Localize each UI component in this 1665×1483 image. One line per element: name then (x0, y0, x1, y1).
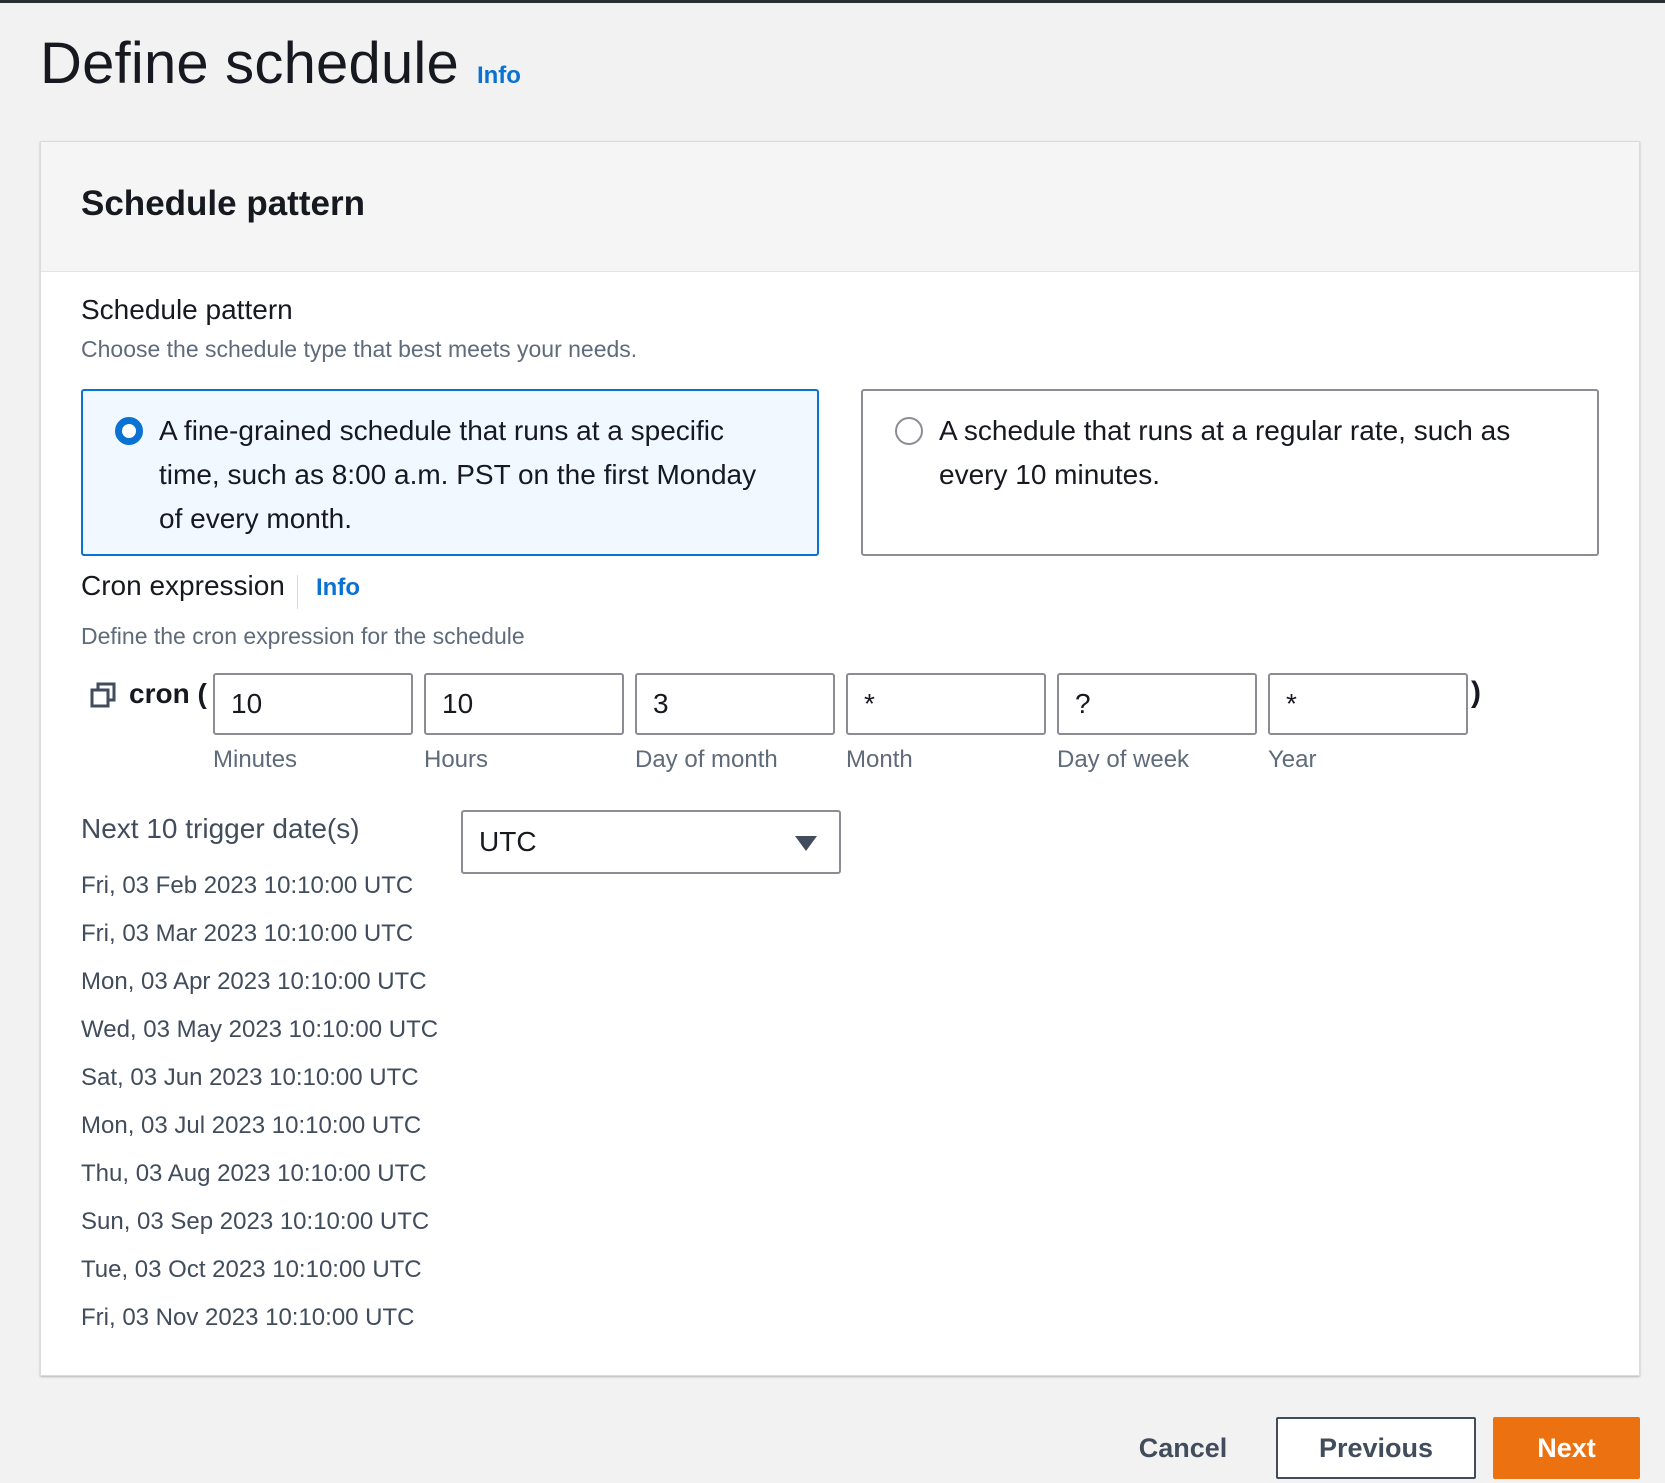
copy-icon[interactable] (89, 681, 117, 709)
trigger-date: Thu, 03 Aug 2023 10:10:00 UTC (81, 1160, 427, 1187)
radio-option-label: A schedule that runs at a regular rate, … (939, 415, 1511, 490)
trigger-date: Tue, 03 Oct 2023 10:10:00 UTC (81, 1256, 422, 1283)
page-title: Define schedule (40, 31, 459, 96)
cron-minutes-caption: Minutes (213, 746, 298, 773)
trigger-date: Sat, 03 Jun 2023 10:10:00 UTC (81, 1064, 419, 1091)
cron-year-input[interactable] (1268, 673, 1468, 735)
trigger-date: Mon, 03 Apr 2023 10:10:00 UTC (81, 968, 427, 995)
trigger-date: Fri, 03 Nov 2023 10:10:00 UTC (81, 1304, 415, 1331)
cron-year-caption: Year (1268, 746, 1317, 773)
schedule-pattern-panel: Schedule pattern Schedule pattern Choose… (40, 141, 1640, 1376)
cron-suffix: ) (1471, 676, 1481, 709)
cron-expression-description: Define the cron expression for the sched… (81, 623, 525, 649)
radio-tile-rate-based[interactable]: A schedule that runs at a regular rate, … (861, 389, 1599, 556)
cron-day-of-week-caption: Day of week (1057, 746, 1190, 773)
trigger-date: Fri, 03 Mar 2023 10:10:00 UTC (81, 920, 414, 947)
next-button[interactable]: Next (1493, 1417, 1640, 1479)
cron-info-link[interactable]: Info (316, 574, 360, 602)
trigger-dates-title: Next 10 trigger date(s) (81, 813, 360, 844)
cancel-button[interactable]: Cancel (1108, 1417, 1258, 1479)
panel-title: Schedule pattern (81, 184, 365, 223)
cron-hours-input[interactable] (424, 673, 624, 735)
radio-unselected-icon[interactable] (895, 417, 923, 445)
cron-day-of-month-caption: Day of month (635, 746, 778, 773)
timezone-value: UTC (479, 826, 537, 857)
trigger-date: Sun, 03 Sep 2023 10:10:00 UTC (81, 1208, 430, 1235)
panel-header: Schedule pattern (41, 142, 1639, 272)
cron-minutes-input[interactable] (213, 673, 413, 735)
page-header: Define schedule Info (40, 30, 521, 97)
top-border (0, 0, 1665, 3)
schedule-pattern-label: Schedule pattern (81, 294, 293, 325)
timezone-select[interactable]: UTC (461, 810, 841, 874)
cron-month-caption: Month (846, 746, 913, 773)
cron-prefix: cron ( (129, 678, 207, 709)
cron-hours-caption: Hours (424, 746, 489, 773)
radio-tile-one-time-cron[interactable]: A fine-grained schedule that runs at a s… (81, 389, 819, 556)
previous-button[interactable]: Previous (1276, 1417, 1476, 1479)
cron-day-of-week-input[interactable] (1057, 673, 1257, 735)
caret-down-icon (795, 836, 817, 851)
info-divider (297, 575, 298, 609)
trigger-date: Mon, 03 Jul 2023 10:10:00 UTC (81, 1112, 422, 1139)
radio-option-label: A fine-grained schedule that runs at a s… (159, 415, 757, 534)
cron-month-input[interactable] (846, 673, 1046, 735)
trigger-date: Fri, 03 Feb 2023 10:10:00 UTC (81, 872, 414, 899)
radio-selected-icon[interactable] (115, 417, 143, 445)
page-info-link[interactable]: Info (477, 62, 521, 90)
trigger-date: Wed, 03 May 2023 10:10:00 UTC (81, 1016, 439, 1043)
cron-day-of-month-input[interactable] (635, 673, 835, 735)
cron-expression-label: Cron expression (81, 570, 285, 601)
schedule-pattern-description: Choose the schedule type that best meets… (81, 336, 638, 362)
